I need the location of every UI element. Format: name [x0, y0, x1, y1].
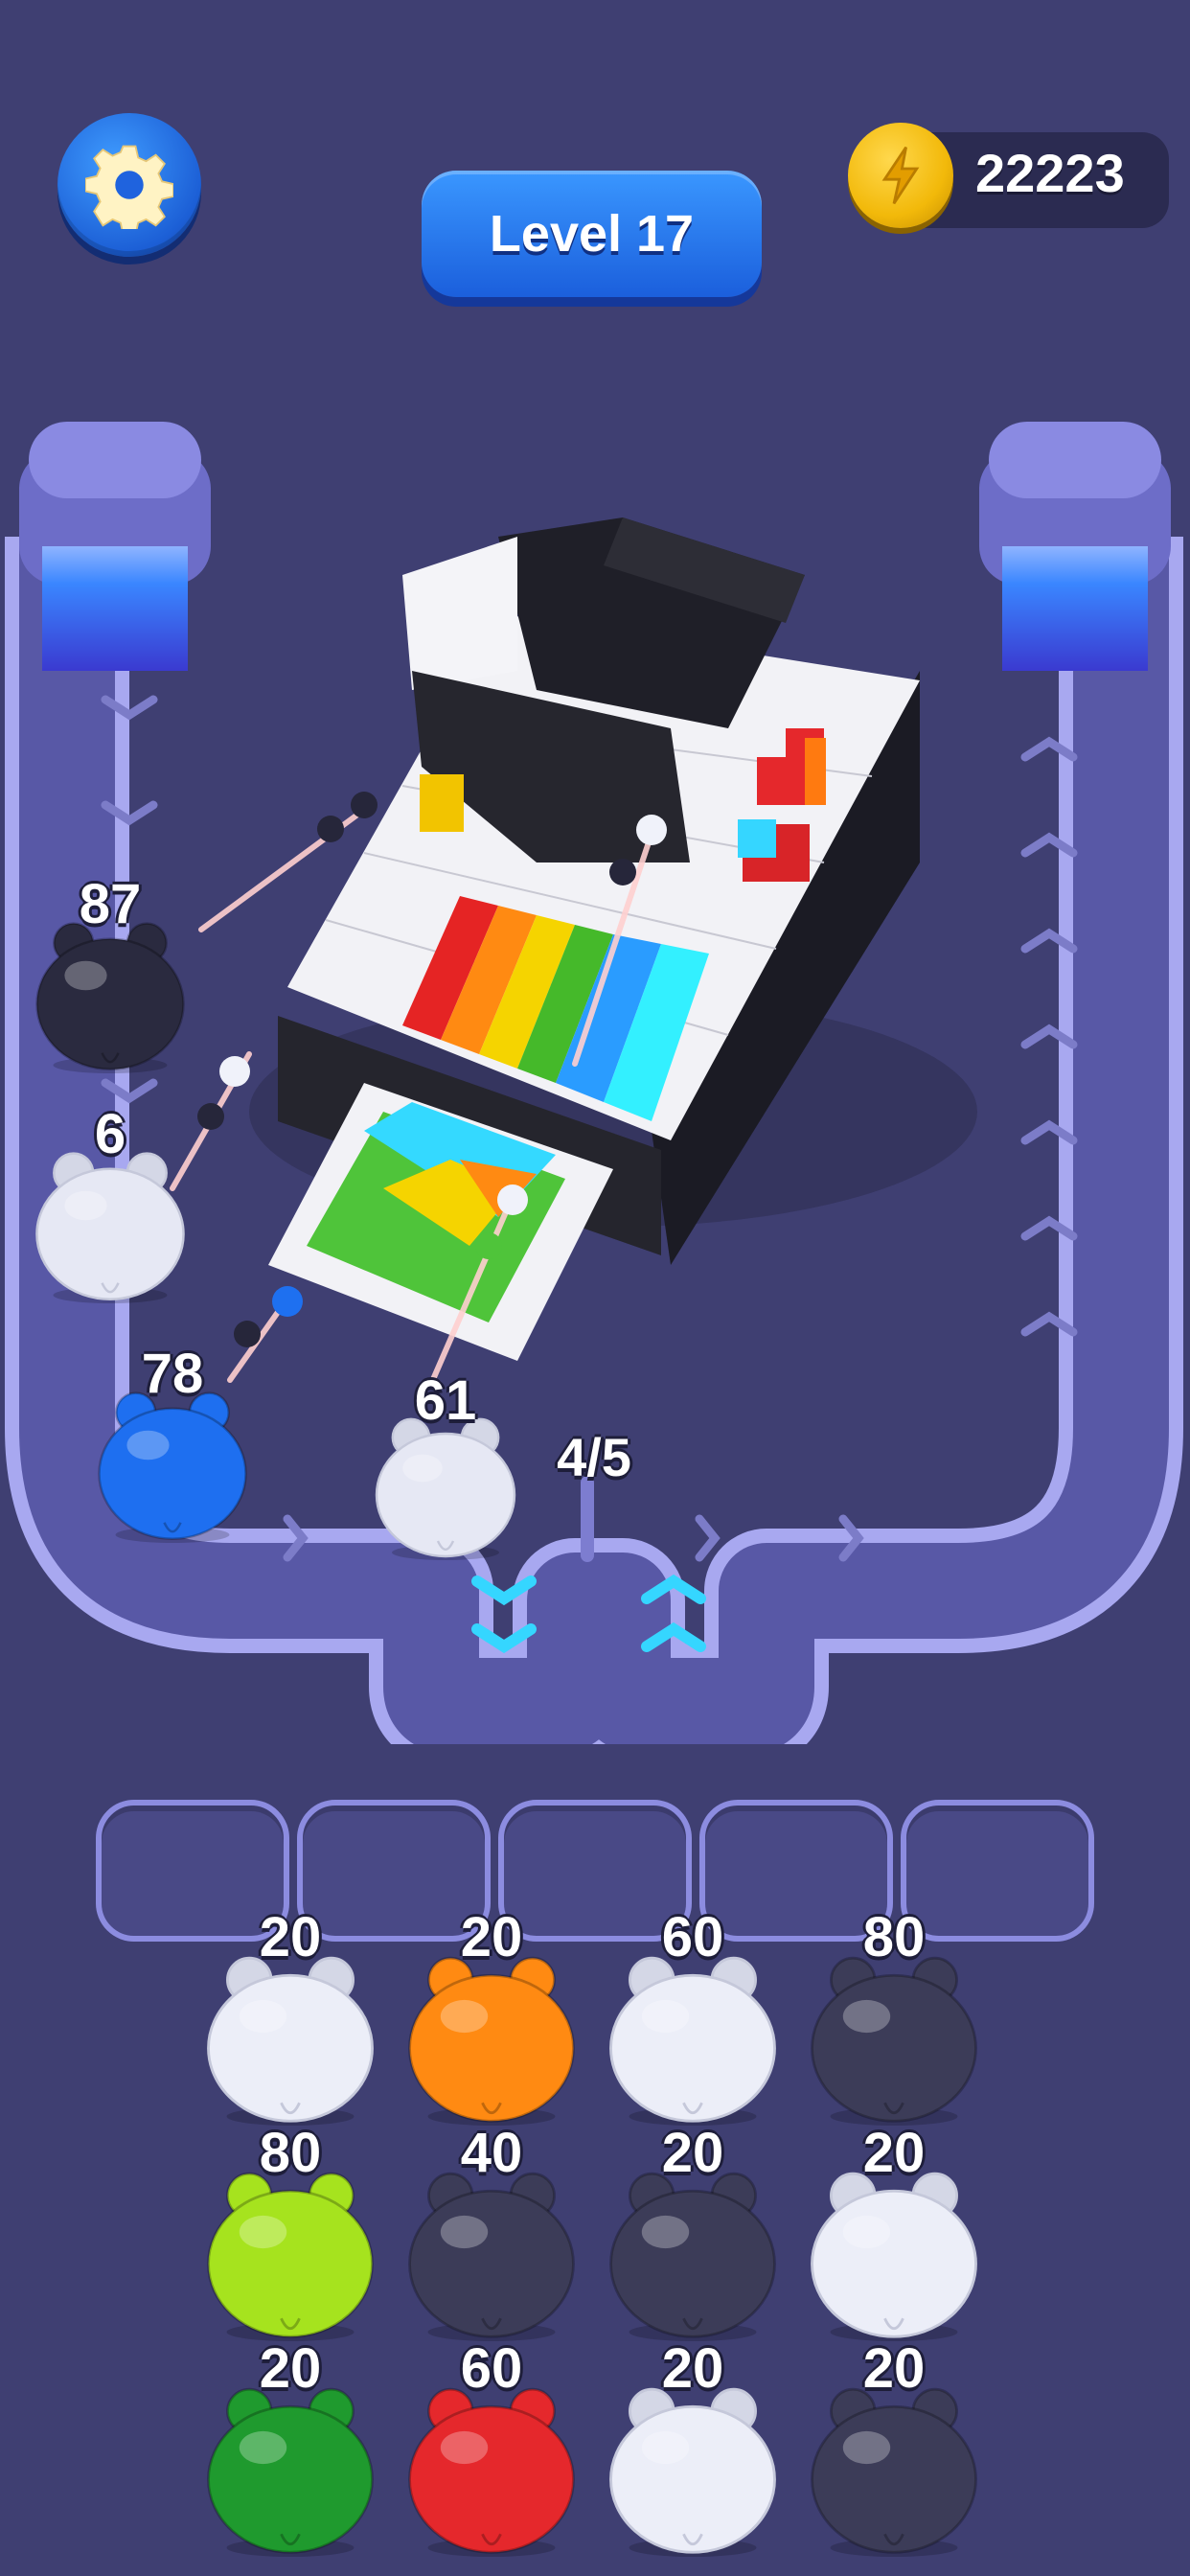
active-pig[interactable]: 87 [29, 872, 192, 1092]
pig-body [199, 2375, 381, 2557]
pig-icon [811, 2387, 977, 2557]
queue-count: 4/5 [557, 1427, 631, 1487]
queue-pig[interactable]: 20 [803, 2121, 985, 2360]
queue-pig[interactable]: 80 [803, 1905, 985, 2145]
pig-body [400, 1944, 583, 2126]
pig-body [602, 2375, 784, 2557]
queue-pig[interactable]: 60 [400, 2336, 583, 2576]
pig-icon [609, 2172, 776, 2341]
queue-pig[interactable]: 80 [199, 2121, 381, 2360]
gear-icon [85, 145, 173, 229]
pig-count: 87 [79, 873, 142, 935]
pig-body [400, 2375, 583, 2557]
pig-count: 20 [460, 1906, 523, 1968]
level-button[interactable]: Level 17 [422, 171, 762, 297]
pig-body [602, 1944, 784, 2126]
pig-icon [408, 2387, 575, 2557]
pig-icon [811, 2172, 977, 2341]
pig-icon [408, 1956, 575, 2126]
queue-pig[interactable]: 20 [199, 1905, 381, 2145]
queue-pig[interactable]: 20 [400, 1905, 583, 2145]
pig-count: 20 [661, 2122, 724, 2184]
pig-body [803, 2159, 985, 2341]
pig-icon [207, 1956, 374, 2126]
pig-body [602, 2159, 784, 2341]
queue-pig[interactable]: 20 [199, 2336, 381, 2576]
queue-pig[interactable]: 40 [400, 2121, 583, 2360]
pig-count: 61 [414, 1369, 477, 1432]
coin-count: 22223 [975, 143, 1125, 203]
pig-count: 20 [862, 2337, 926, 2400]
pig-count: 80 [862, 1906, 926, 1968]
active-pig[interactable]: 78 [91, 1342, 254, 1562]
pig-count: 6 [94, 1103, 126, 1165]
pig-icon [207, 2387, 374, 2557]
pig-count: 80 [259, 2122, 322, 2184]
pig-icon [811, 1956, 977, 2126]
level-label: Level 17 [489, 205, 695, 263]
lightning-coin-icon [848, 123, 953, 228]
pig-count: 40 [460, 2122, 523, 2184]
queue-pig[interactable]: 20 [602, 2336, 784, 2576]
queue-pig[interactable]: 60 [602, 1905, 784, 2145]
pig-body [400, 2159, 583, 2341]
pig-count: 20 [661, 2337, 724, 2400]
pig-icon [609, 1956, 776, 2126]
pig-icon [207, 2172, 374, 2341]
active-pig[interactable]: 6 [29, 1102, 192, 1322]
pig-body [199, 1944, 381, 2126]
pig-count: 60 [460, 2337, 523, 2400]
pig-body [803, 2375, 985, 2557]
pig-icon [609, 2387, 776, 2557]
pig-count: 78 [141, 1343, 204, 1405]
queue-pig[interactable]: 20 [602, 2121, 784, 2360]
pig-body [199, 2159, 381, 2341]
queue-pig[interactable]: 20 [803, 2336, 985, 2576]
pig-icon [408, 2172, 575, 2341]
settings-button[interactable] [57, 113, 201, 257]
active-pig[interactable]: 61 [369, 1368, 522, 1579]
pig-count: 20 [862, 2122, 926, 2184]
pig-count: 20 [259, 2337, 322, 2400]
pig-body [803, 1944, 985, 2126]
pig-count: 20 [259, 1906, 322, 1968]
pig-count: 60 [661, 1906, 724, 1968]
